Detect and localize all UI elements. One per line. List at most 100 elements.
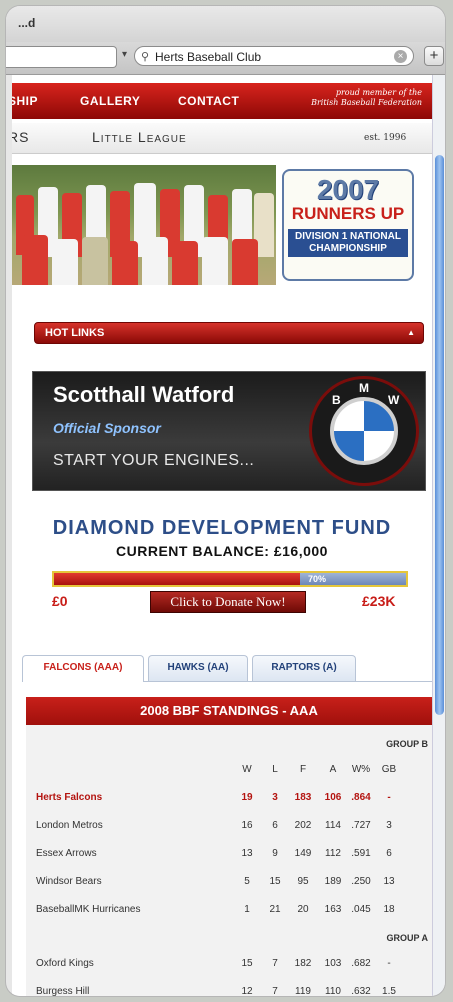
table-cell: 114 (325, 820, 341, 831)
search-input-text: Herts Baseball Club (155, 50, 262, 64)
table-row: Windsor Bears 5 15 95 189 .250 13 (26, 867, 432, 895)
team-name[interactable]: London Metros (36, 820, 103, 831)
badge-year: 2007 (316, 174, 380, 205)
table-cell: 13 (383, 876, 395, 887)
table-cell: .632 (351, 986, 371, 996)
table-row: London Metros 16 6 202 114 .727 3 (26, 811, 432, 839)
photo-figure (52, 239, 78, 285)
search-input[interactable]: ⚲ Herts Baseball Club × (134, 46, 414, 66)
table-row: BaseballMK Hurricanes 1 21 20 163 .045 18 (26, 895, 432, 923)
vertical-scrollbar[interactable] (432, 75, 445, 996)
photo-figure (22, 235, 48, 285)
table-cell: - (387, 958, 391, 969)
table-cell: 21 (269, 904, 281, 915)
nav-item-contact[interactable]: CONTACT (178, 94, 239, 108)
table-cell: 110 (325, 986, 341, 996)
sponsor-banner[interactable]: Scotthall Watford Official Sponsor START… (32, 371, 426, 491)
logo-quadrants (330, 397, 398, 465)
table-cell: - (387, 792, 391, 803)
team-name[interactable]: Essex Arrows (36, 848, 97, 859)
team-name[interactable]: Herts Falcons (36, 792, 102, 803)
table-cell: 16 (241, 820, 253, 831)
table-cell: 6 (272, 820, 278, 831)
progress-percent: 70% (308, 574, 327, 584)
table-row: Burgess Hill 12 7 119 110 .632 1.5 (26, 977, 432, 996)
table-cell: 15 (241, 958, 253, 969)
table-cell: 119 (295, 986, 311, 996)
subnav-item-left[interactable]: RS (12, 129, 29, 145)
team-name[interactable]: Oxford Kings (36, 958, 94, 969)
team-name[interactable]: Burgess Hill (36, 986, 89, 996)
search-dropdown-icon[interactable]: ▾ (122, 49, 127, 60)
table-cell: 7 (272, 958, 278, 969)
table-cell: 106 (324, 792, 342, 803)
team-name[interactable]: Windsor Bears (36, 876, 102, 887)
table-cell: 1 (244, 904, 250, 915)
nav-item-gallery[interactable]: GALLERY (80, 94, 140, 108)
table-cell: 1.5 (382, 986, 396, 996)
nav-item-membership[interactable]: SHIP (12, 94, 38, 108)
established-note: est. 1996 (364, 133, 407, 143)
section-navigation: RS Little League est. 1996 (12, 123, 432, 154)
table-cell: .727 (351, 820, 371, 831)
table-cell: 7 (272, 986, 278, 996)
clear-search-icon[interactable]: × (394, 50, 407, 63)
table-cell: .591 (351, 848, 371, 859)
page-viewport: SHIP GALLERY CONTACT proud member of the… (12, 75, 432, 996)
tab-raptors[interactable]: RAPTORS (A) (252, 655, 356, 681)
team-name[interactable]: BaseballMK Hurricanes (36, 904, 141, 915)
table-cell: .045 (351, 904, 371, 915)
hot-links-select[interactable]: HOT LINKS ▲ (34, 322, 424, 344)
table-cell: 20 (297, 904, 309, 915)
photo-figure (112, 241, 138, 285)
table-cell: 189 (324, 876, 342, 887)
table-row: Oxford Kings 15 7 182 103 .682 - (26, 949, 432, 977)
table-cell: .864 (351, 792, 371, 803)
standings-title: 2008 BBF STANDINGS - AAA (26, 697, 432, 725)
logo-letter: W (388, 393, 400, 407)
sponsor-role: Official Sponsor (53, 420, 161, 436)
browser-window: ...d ▾ ⚲ Herts Baseball Club × + SHIP GA… (6, 6, 445, 996)
badge-title: RUNNERS UP (291, 204, 405, 223)
table-row: Herts Falcons 19 3 183 106 .864 - (26, 783, 432, 811)
standings-table: GROUP B W L F A W% GB Herts Falcons 19 3 18… (26, 725, 432, 996)
table-cell: 12 (241, 986, 253, 996)
window-title: ...d (18, 16, 36, 30)
team-photo (12, 165, 276, 285)
table-cell: 112 (325, 848, 341, 859)
hot-links-label: HOT LINKS (45, 327, 105, 339)
table-cell: 6 (386, 848, 392, 859)
table-cell: 13 (241, 848, 253, 859)
scrollbar-thumb[interactable] (435, 155, 444, 715)
progress-fill (54, 573, 300, 585)
table-cell: 182 (294, 958, 312, 969)
donate-button[interactable]: Click to Donate Now! (150, 591, 306, 613)
photo-figure (82, 237, 108, 285)
logo-letter: B (332, 393, 341, 407)
photo-figure (202, 237, 228, 285)
table-cell: 9 (272, 848, 278, 859)
table-cell: 5 (244, 876, 250, 887)
column-header: F (299, 764, 307, 775)
photo-figure (232, 239, 258, 285)
address-field[interactable] (6, 46, 117, 68)
group-a-label: GROUP A (386, 933, 428, 943)
fund-min-label: £0 (52, 593, 68, 609)
badge-subtitle: DIVISION 1 NATIONAL CHAMPIONSHIP (288, 229, 408, 257)
magnifier-icon: ⚲ (141, 51, 150, 63)
title-bar: ...d (6, 6, 445, 42)
table-cell: 202 (294, 820, 312, 831)
table-cell: 3 (272, 792, 278, 803)
table-row: Essex Arrows 13 9 149 112 .591 6 (26, 839, 432, 867)
table-cell: 163 (324, 904, 342, 915)
tab-hawks[interactable]: HAWKS (AA) (148, 655, 248, 681)
table-cell: 95 (297, 876, 309, 887)
table-cell: .682 (351, 958, 371, 969)
column-header: L (272, 764, 278, 775)
table-cell: .250 (351, 876, 371, 887)
column-header: GB (381, 764, 397, 775)
subnav-item-little-league[interactable]: Little League (92, 129, 187, 145)
tab-falcons[interactable]: FALCONS (AAA) (22, 655, 144, 682)
table-cell: 3 (386, 820, 392, 831)
add-bookmark-button[interactable]: + (424, 46, 444, 66)
